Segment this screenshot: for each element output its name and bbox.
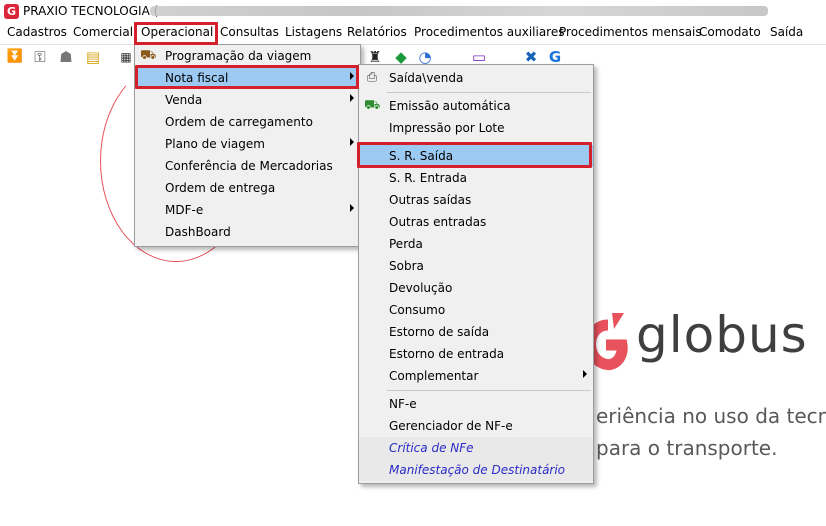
- menu-item-plano-viagem[interactable]: Plano de viagem: [135, 133, 360, 155]
- menu-item-consumo[interactable]: Consumo: [359, 299, 593, 321]
- window-title: PRAXIO TECNOLOGIA (: [23, 4, 159, 18]
- menu-separator: [387, 390, 591, 391]
- menu-item-impressao-lote[interactable]: Impressão por Lote: [359, 117, 593, 139]
- printer-icon: ⎙: [366, 70, 378, 85]
- title-bar: G PRAXIO TECNOLOGIA (: [0, 0, 826, 22]
- menu-item-venda[interactable]: Venda: [135, 89, 360, 111]
- calculator-icon[interactable]: ▦: [117, 48, 135, 66]
- keys-icon[interactable]: ⚿: [31, 48, 49, 66]
- submenu-arrow-icon: [350, 204, 354, 212]
- menu-item-ordem-carregamento[interactable]: Ordem de carregamento: [135, 111, 360, 133]
- menu-separator: [387, 92, 591, 93]
- menu-item-sobra[interactable]: Sobra: [359, 255, 593, 277]
- submenu-arrow-icon: [350, 138, 354, 146]
- menu-item-dashboard[interactable]: DashBoard: [135, 221, 360, 243]
- menu-bar: Cadastros Comercial Operacional Consulta…: [0, 22, 826, 45]
- menu-item-perda[interactable]: Perda: [359, 233, 593, 255]
- menu-item-ordem-entrega[interactable]: Ordem de entrega: [135, 177, 360, 199]
- highlight-operacional: [134, 22, 218, 45]
- folder-icon[interactable]: ▤: [84, 48, 102, 66]
- menu-comercial[interactable]: Comercial: [73, 25, 133, 39]
- menu-item-programacao-viagem[interactable]: ⛟ Programação da viagem: [135, 45, 360, 67]
- menu-item-gerenciador-nfe[interactable]: Gerenciador de NF-e: [359, 415, 593, 437]
- menu-item-manifestacao-destinatario[interactable]: Manifestação de Destinatário: [359, 459, 593, 481]
- app-logo-icon: G: [4, 4, 19, 19]
- menu-item-mdf-e[interactable]: MDF-e: [135, 199, 360, 221]
- menu-relatorios[interactable]: Relatórios: [347, 25, 407, 39]
- menu-consultas[interactable]: Consultas: [220, 25, 279, 39]
- globus-logo-text: globus: [636, 306, 808, 364]
- submenu-arrow-icon: [583, 370, 587, 378]
- menu-item-sr-entrada[interactable]: S. R. Entrada: [359, 167, 593, 189]
- menu-procedimentos-mensais[interactable]: Procedimentos mensais: [559, 25, 702, 39]
- highlight-nota-fiscal: [135, 65, 359, 89]
- menu-item-complementar[interactable]: Complementar: [359, 365, 593, 387]
- green-truck-icon: ⛟: [364, 98, 381, 113]
- menu-item-nf-e[interactable]: NF-e: [359, 393, 593, 415]
- title-redacted: [150, 6, 768, 16]
- double-chevron-down-icon[interactable]: ⏬: [6, 48, 24, 66]
- submenu-arrow-icon: [350, 94, 354, 102]
- menu-item-estorno-saida[interactable]: Estorno de saída: [359, 321, 593, 343]
- truck-icon: ⛟: [140, 48, 157, 63]
- menu-item-outras-entradas[interactable]: Outras entradas: [359, 211, 593, 233]
- menu-item-devolucao[interactable]: Devolução: [359, 277, 593, 299]
- menu-item-outras-saidas[interactable]: Outras saídas: [359, 189, 593, 211]
- tagline-line-1: eriência no uso da tecno: [596, 404, 826, 428]
- menu-saida[interactable]: Saída: [770, 25, 803, 39]
- menu-listagens[interactable]: Listagens: [285, 25, 342, 39]
- menu-item-saida-venda[interactable]: ⎙ Saída\venda: [359, 67, 593, 89]
- menu-procedimentos-auxiliares[interactable]: Procedimentos auxiliares: [414, 25, 564, 39]
- people-icon[interactable]: ☗: [57, 48, 75, 66]
- menu-cadastros[interactable]: Cadastros: [7, 25, 67, 39]
- tagline-line-2: para o transporte.: [596, 436, 778, 460]
- highlight-sr-saida: [357, 142, 592, 168]
- menu-item-estorno-entrada[interactable]: Estorno de entrada: [359, 343, 593, 365]
- menu-comodato[interactable]: Comodato: [699, 25, 761, 39]
- menu-item-critica-nfe[interactable]: Crítica de NFe: [359, 437, 593, 459]
- menu-item-conferencia-mercadorias[interactable]: Conferência de Mercadorias: [135, 155, 360, 177]
- nota-fiscal-submenu: ⎙ Saída\venda ⛟ Emissão automática Impre…: [358, 64, 594, 484]
- menu-item-emissao-automatica[interactable]: ⛟ Emissão automática: [359, 95, 593, 117]
